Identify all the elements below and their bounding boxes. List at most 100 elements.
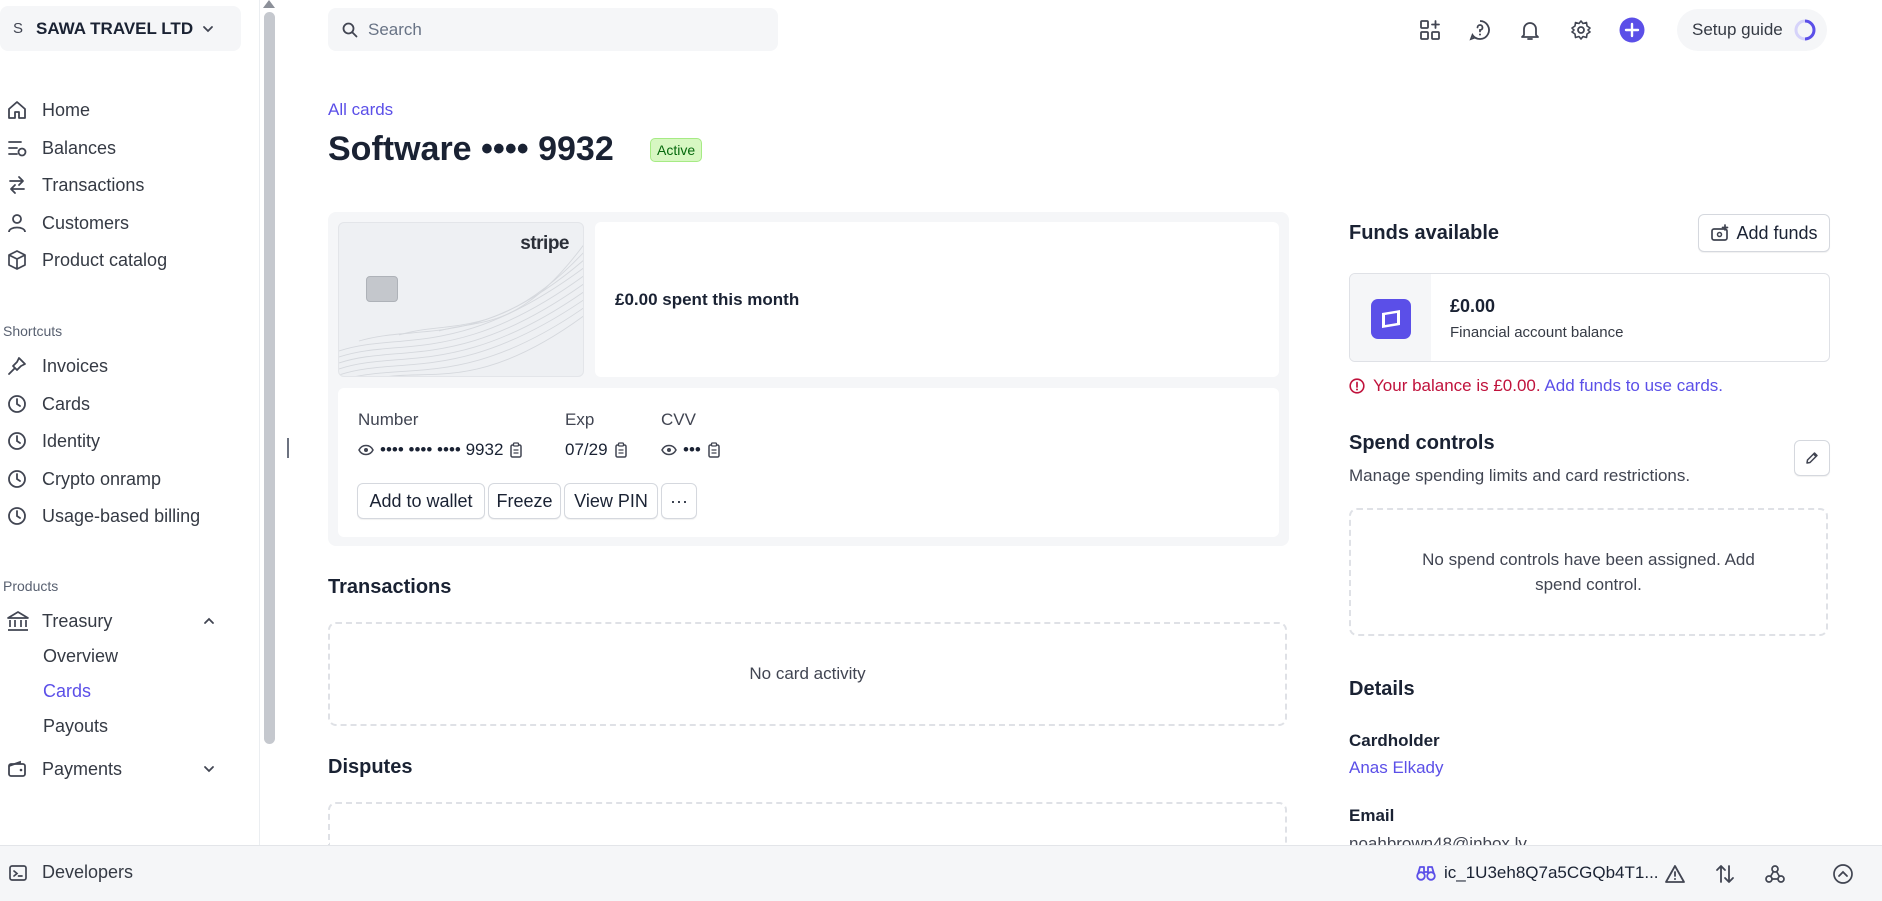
shortcuts-section-label: Shortcuts (3, 323, 63, 339)
sidebar-item-label: Transactions (42, 174, 145, 195)
sidebar-item-label: Cards (42, 393, 91, 414)
sidebar-subitem-cards[interactable]: Cards (0, 674, 240, 708)
spend-controls-empty-state: No spend controls have been assigned. Ad… (1349, 508, 1828, 636)
pencil-icon (1805, 451, 1819, 465)
chevron-up-circle-icon[interactable] (1830, 861, 1856, 887)
clipboard-icon[interactable] (509, 442, 523, 458)
card-number-label: Number (358, 410, 419, 429)
sidebar-item-balances[interactable]: Balances (0, 131, 240, 165)
balance-icon-wrap (1350, 274, 1431, 361)
add-funds-label: Add funds (1736, 222, 1818, 243)
clock-icon (0, 467, 42, 491)
funds-heading: Funds available (1349, 222, 1500, 244)
transactions-empty-state: No card activity (328, 622, 1287, 726)
scroll-up-arrow[interactable] (263, 0, 275, 8)
error-circle-icon (1349, 378, 1365, 394)
sidebar-item-label: Payments (42, 758, 123, 779)
exp-text: 07/29 (565, 440, 608, 459)
details-heading: Details (1349, 678, 1415, 700)
cardholder-link[interactable]: Anas Elkady (1349, 758, 1444, 778)
financial-account-icon (1370, 298, 1411, 339)
sidebar-item-home[interactable]: Home (0, 93, 240, 127)
sidebar-resize-handle[interactable] (287, 438, 289, 458)
sidebar-item-label: Treasury (42, 610, 113, 631)
search-bar[interactable] (328, 8, 778, 51)
card-chip-icon (366, 276, 398, 302)
sidebar-item-label: Invoices (42, 355, 109, 376)
clock-icon (0, 429, 42, 453)
progress-ring-icon (1793, 18, 1817, 42)
sort-arrows-icon[interactable] (1712, 861, 1738, 887)
sidebar-item-identity[interactable]: Identity (0, 424, 240, 458)
spend-controls-empty-text: No spend controls have been assigned. Ad… (1422, 550, 1755, 594)
clipboard-icon[interactable] (707, 442, 721, 458)
sidebar-item-label: Product catalog (42, 249, 168, 270)
status-badge: Active (650, 138, 703, 162)
sidebar-item-usage-billing[interactable]: Usage-based billing (0, 499, 240, 533)
sidebar: S SAWA TRAVEL LTD Home Balances Transact… (0, 0, 260, 845)
cvv-text: ••• (683, 440, 701, 459)
view-pin-button[interactable]: View PIN (564, 483, 658, 519)
clipboard-icon[interactable] (614, 442, 628, 458)
sidebar-subitem-payouts[interactable]: Payouts (0, 709, 240, 743)
sidebar-item-payments[interactable]: Payments (0, 752, 240, 786)
add-money-icon (1710, 224, 1730, 242)
bank-icon (0, 609, 42, 633)
object-inspector[interactable]: ic_1U3eh8Q7a5CGQb4T1... (1416, 863, 1659, 883)
sidebar-item-crypto-onramp[interactable]: Crypto onramp (0, 462, 240, 496)
sidebar-item-cards[interactable]: Cards (0, 387, 240, 421)
page-title: Software •••• 9932 (328, 130, 614, 168)
card-image: stripe (338, 222, 584, 377)
breadcrumb-all-cards[interactable]: All cards (328, 100, 393, 120)
cardholder-label: Cardholder (1349, 731, 1440, 750)
more-actions-button[interactable]: ··· (661, 483, 697, 519)
add-to-wallet-button[interactable]: Add to wallet (357, 483, 485, 519)
chevron-down-icon (202, 762, 216, 776)
add-funds-button[interactable]: Add funds (1698, 214, 1830, 252)
account-switcher[interactable]: S SAWA TRAVEL LTD (0, 6, 241, 51)
exp-value: 07/29 (565, 440, 628, 460)
disputes-empty-state (328, 802, 1287, 845)
freeze-button[interactable]: Freeze (488, 483, 561, 519)
add-funds-link[interactable]: Add funds to use cards. (1544, 376, 1723, 395)
sidebar-subitem-overview[interactable]: Overview (0, 639, 240, 673)
clock-icon (0, 504, 42, 528)
balances-icon (0, 136, 42, 160)
bell-icon[interactable] (1516, 16, 1544, 44)
sidebar-item-treasury[interactable]: Treasury (0, 604, 240, 638)
eye-icon[interactable] (661, 444, 677, 456)
sidebar-item-transactions[interactable]: Transactions (0, 168, 240, 202)
setup-guide-button[interactable]: Setup guide (1677, 9, 1827, 51)
developers-label: Developers (42, 862, 134, 882)
search-icon (342, 22, 358, 38)
terminal-icon (8, 863, 28, 883)
card-number-value: •••• •••• •••• 9932 (358, 440, 523, 460)
sidebar-scrollbar[interactable] (264, 12, 275, 744)
sidebar-item-label: Cards (43, 680, 92, 701)
clock-icon (0, 392, 42, 416)
exp-label: Exp (565, 410, 595, 429)
balance-amount: £0.00 (1450, 296, 1496, 316)
search-input[interactable] (368, 19, 748, 40)
help-icon[interactable] (1466, 16, 1494, 44)
sidebar-item-product-catalog[interactable]: Product catalog (0, 243, 240, 277)
sidebar-item-invoices[interactable]: Invoices (0, 349, 240, 383)
create-plus-icon[interactable] (1618, 16, 1646, 44)
gear-icon[interactable] (1567, 16, 1595, 44)
object-id: ic_1U3eh8Q7a5CGQb4T1... (1444, 863, 1659, 882)
developers-button[interactable]: Developers (8, 862, 133, 883)
eye-icon[interactable] (358, 444, 374, 456)
spent-summary: £0.00 spent this month (595, 222, 1279, 377)
sidebar-item-label: Usage-based billing (42, 505, 201, 526)
webhooks-icon[interactable] (1762, 861, 1788, 887)
sidebar-item-label: Home (42, 99, 91, 120)
balance-warning: Your balance is £0.00. Add funds to use … (1349, 376, 1723, 396)
edit-spend-controls-button[interactable] (1794, 440, 1830, 476)
apps-icon[interactable] (1416, 16, 1444, 44)
warning-triangle-icon[interactable] (1662, 861, 1688, 887)
sidebar-item-customers[interactable]: Customers (0, 206, 240, 240)
user-icon (0, 211, 42, 235)
account-avatar: S (12, 20, 23, 37)
arrows-swap-icon (0, 173, 42, 197)
chevron-up-icon (202, 614, 216, 628)
